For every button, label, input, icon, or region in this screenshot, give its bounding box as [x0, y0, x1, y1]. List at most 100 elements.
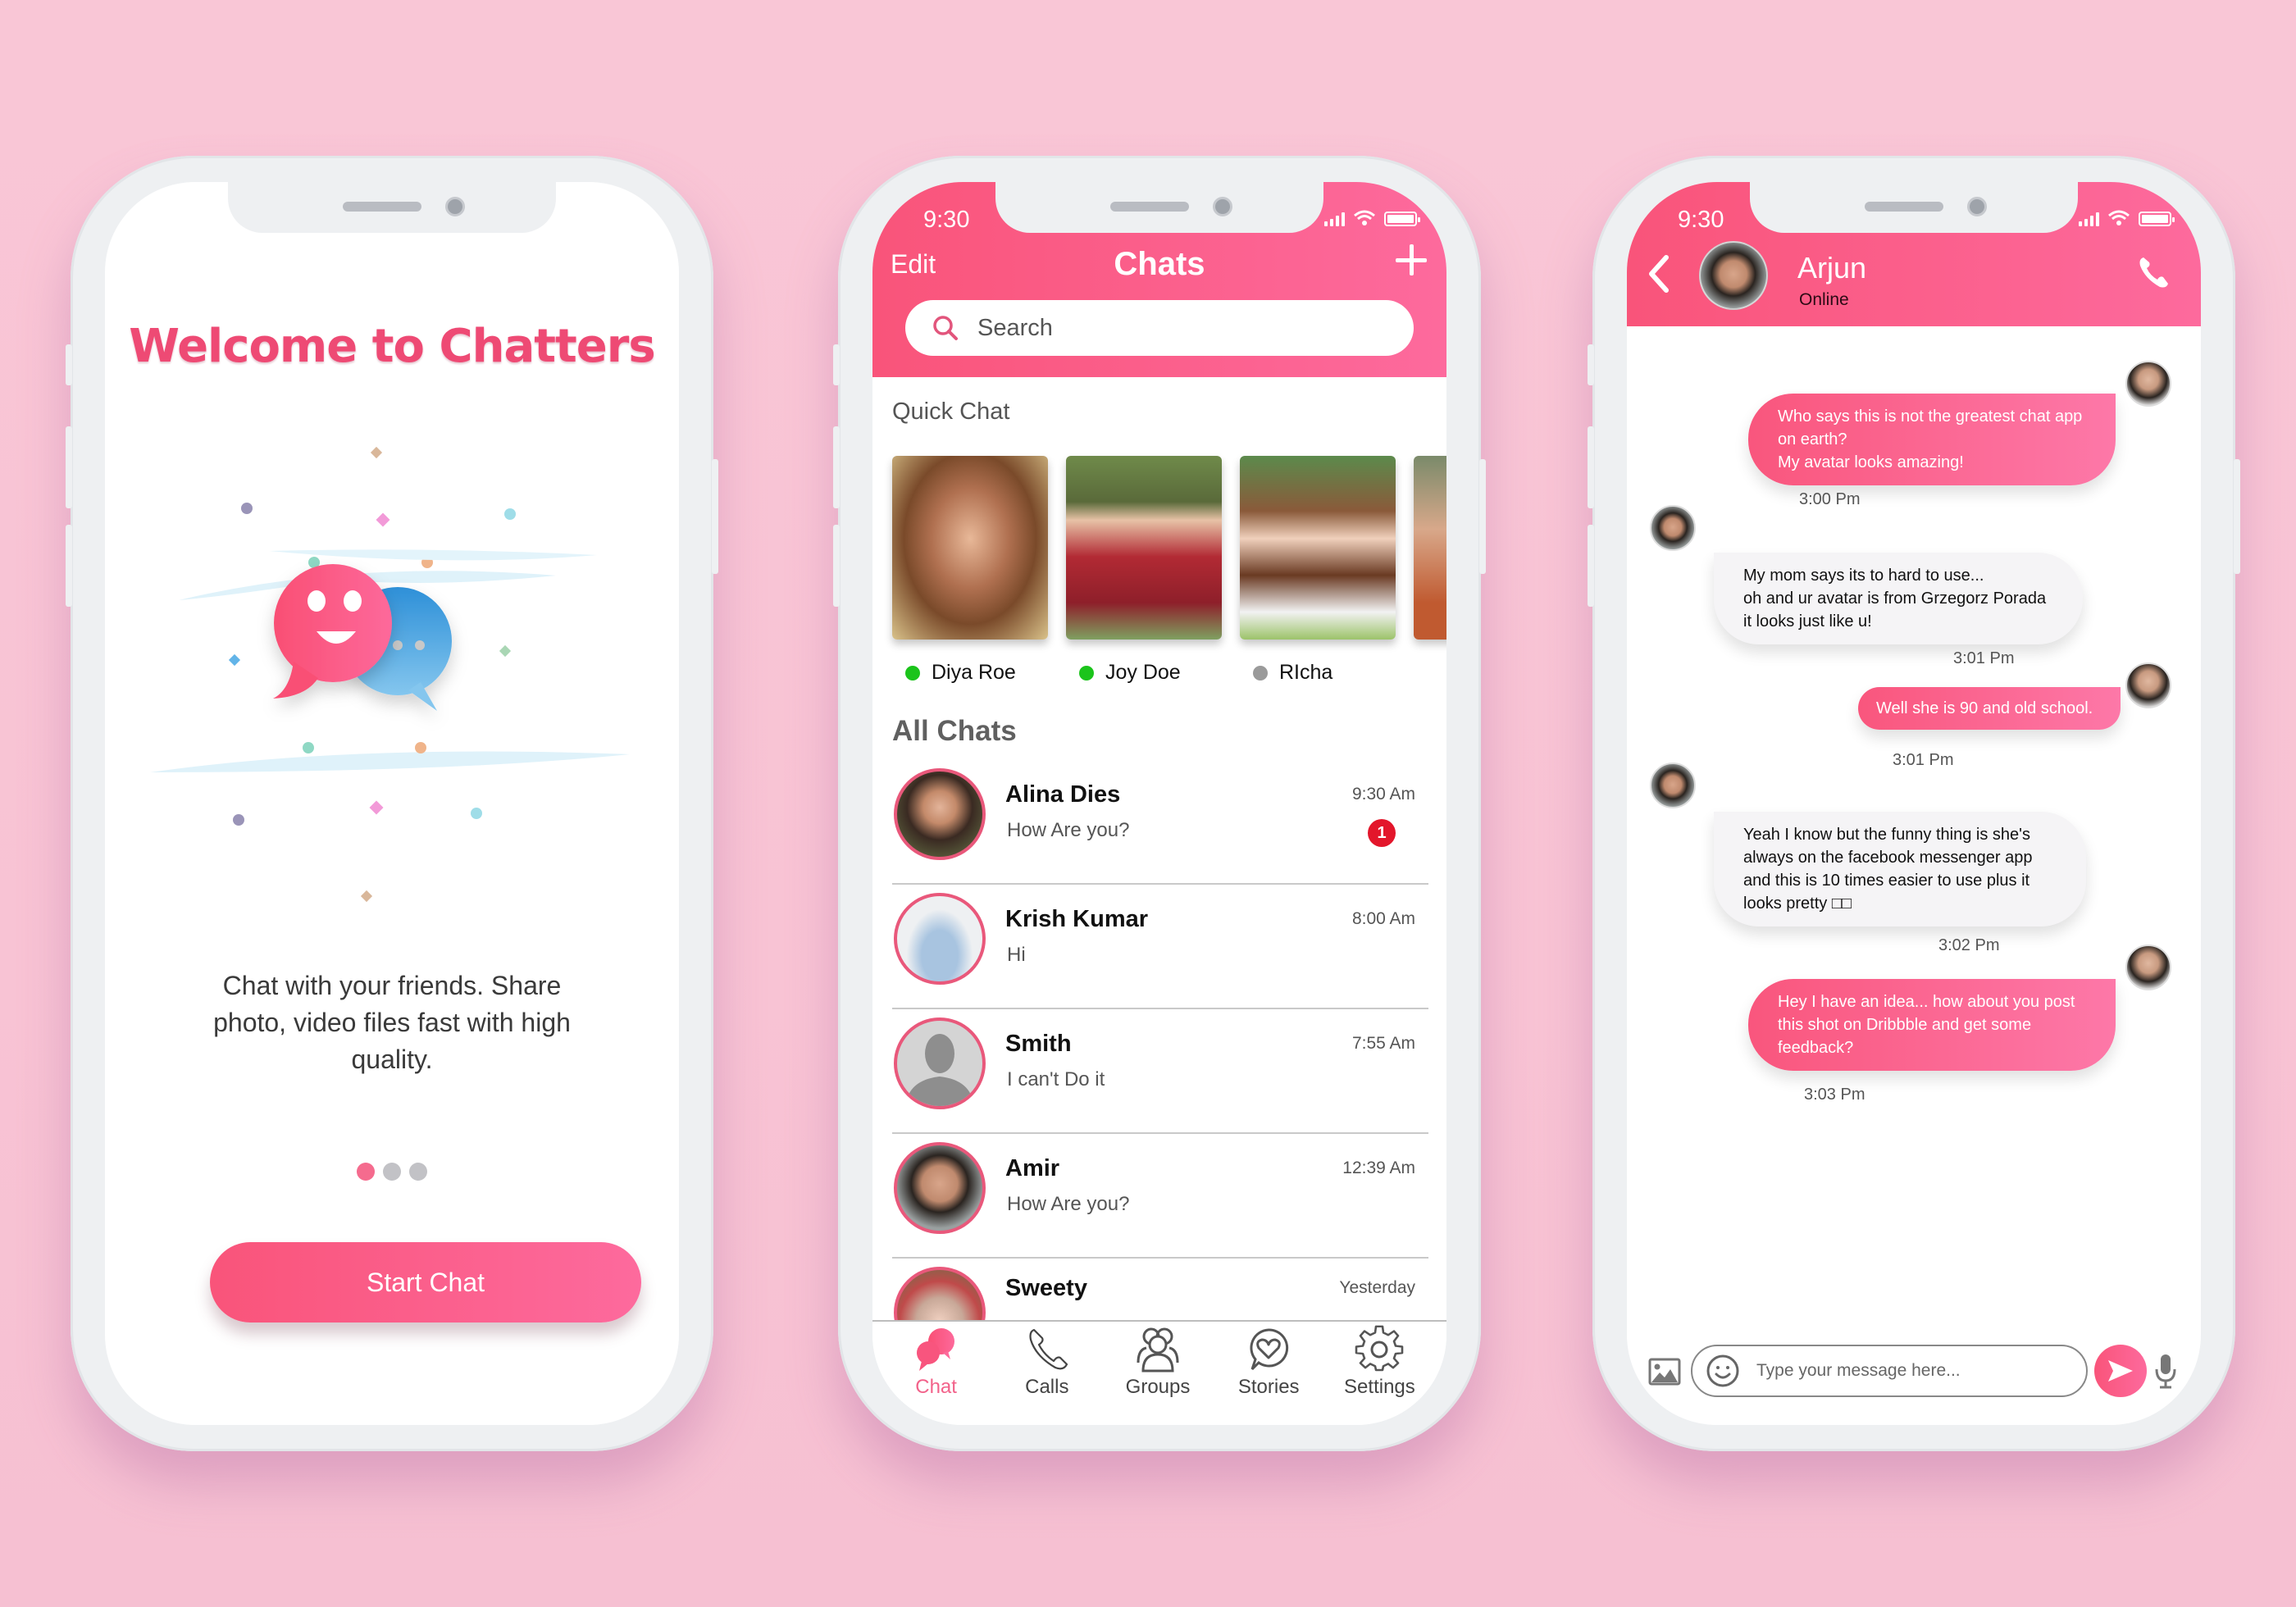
mute-switch — [1588, 344, 1594, 385]
back-chevron-icon[interactable] — [1647, 254, 1671, 294]
chat-last-message: Hi — [1007, 944, 1026, 966]
chat-row[interactable]: Krish Kumar Hi 8:00 Am — [892, 885, 1428, 1009]
chat-name: Krish Kumar — [1005, 906, 1149, 932]
unread-badge: 1 — [1368, 819, 1396, 847]
tab-chat[interactable]: Chat — [881, 1322, 991, 1425]
contact-name-row: Joy Doe — [1066, 661, 1181, 685]
message-line: and this is 10 times easier to use plus … — [1743, 872, 2030, 890]
chat-last-message: I can't Do it — [1007, 1068, 1105, 1090]
quick-chat-contact[interactable]: RIcha — [1240, 456, 1396, 685]
conversation-screen: 9:30 Arjun Online Who says this is not t… — [1627, 182, 2201, 1425]
chat-row[interactable]: Smith I can't Do it 7:55 Am — [892, 1009, 1428, 1134]
phone-icon — [1029, 1328, 1068, 1370]
speaker — [1865, 202, 1943, 212]
contact-avatar[interactable] — [1699, 241, 1768, 310]
welcome-screen: Welcome to Chatters Chat with your frien… — [105, 182, 679, 1425]
contact-name-row: RIcha — [1240, 661, 1332, 685]
message-bubble-incoming: My mom says its to hard to use... oh and… — [1714, 553, 2083, 644]
contact-mini-avatar — [1650, 505, 1696, 551]
search-placeholder: Search — [977, 314, 1053, 341]
contact-photo — [1066, 456, 1222, 640]
phone-welcome: Welcome to Chatters Chat with your frien… — [66, 156, 718, 1451]
tab-label: Groups — [1125, 1376, 1191, 1398]
power-button — [2234, 459, 2240, 574]
contact-mini-avatar — [1650, 763, 1696, 808]
microphone-icon[interactable] — [2155, 1353, 2176, 1389]
gear-icon — [1355, 1325, 1404, 1372]
page-dot-active[interactable] — [357, 1163, 375, 1181]
message-time: 3:02 Pm — [1938, 936, 2000, 954]
confetti — [370, 446, 383, 459]
page-dot[interactable] — [409, 1163, 427, 1181]
plus-icon[interactable] — [1391, 239, 1432, 280]
chat-time: 7:55 Am — [1351, 1034, 1415, 1053]
send-button[interactable] — [2094, 1345, 2147, 1397]
contact-photo — [1414, 456, 1446, 640]
message-thread: Who says this is not the greatest chat a… — [1627, 326, 2201, 1327]
confetti — [228, 653, 241, 667]
group-icon — [1137, 1327, 1179, 1373]
battery-icon — [1384, 212, 1420, 226]
contact-photo — [892, 456, 1048, 640]
message-line: feedback? — [1778, 1039, 1854, 1057]
volume-up-button — [833, 426, 840, 508]
chat-name: Sweety — [1005, 1275, 1087, 1301]
volume-up-button — [66, 426, 72, 508]
message-line: on earth? — [1778, 430, 1847, 448]
chat-list: Alina Dies How Are you? 9:30 Am 1 Krish … — [892, 760, 1428, 1383]
contact-status: Online — [1799, 290, 1849, 309]
message-line: oh and ur avatar is from Grzegorz Porada — [1743, 590, 2047, 608]
chat-time: Yesterday — [1339, 1278, 1415, 1297]
page-title: Chats — [1114, 246, 1205, 282]
quick-chat-contact[interactable]: Diya Roe — [892, 456, 1048, 685]
emoji-icon[interactable] — [1706, 1354, 1740, 1388]
message-time: 3:03 Pm — [1804, 1086, 1866, 1104]
send-icon — [2108, 1360, 2133, 1382]
message-line: it looks just like u! — [1743, 612, 1872, 631]
chat-name: Alina Dies — [1005, 781, 1121, 808]
status-icons — [2079, 210, 2175, 226]
tab-settings[interactable]: Settings — [1324, 1322, 1435, 1425]
chat-row[interactable]: Amir How Are you? 12:39 Am — [892, 1134, 1428, 1259]
confetti — [360, 890, 373, 903]
image-attach-icon[interactable] — [1648, 1358, 1681, 1386]
wifi-icon — [2108, 210, 2130, 225]
chat-name: Amir — [1005, 1155, 1060, 1181]
confetti — [303, 742, 314, 753]
phone-call-icon[interactable] — [2135, 254, 2171, 290]
quick-chat-label: Quick Chat — [892, 398, 1010, 425]
battery-icon — [2139, 212, 2175, 226]
tab-stories[interactable]: Stories — [1214, 1322, 1324, 1425]
message-composer: Type your message here... — [1627, 1310, 2201, 1425]
message-time: 3:00 Pm — [1799, 490, 1861, 508]
online-status-dot — [1079, 665, 1094, 681]
tab-label: Chat — [915, 1376, 957, 1398]
offline-status-dot — [1253, 665, 1268, 681]
tab-calls[interactable]: Calls — [991, 1322, 1102, 1425]
confetti — [233, 814, 244, 826]
avatar — [894, 893, 986, 985]
quick-chat-contact[interactable]: Joy Doe — [1066, 456, 1222, 685]
chat-list-screen: 9:30 Edit Chats Search Quick Chat Diya R… — [872, 182, 1446, 1425]
confetti — [504, 508, 516, 520]
chat-row[interactable]: Alina Dies How Are you? 9:30 Am 1 — [892, 760, 1428, 885]
contact-photo — [1240, 456, 1396, 640]
heart-bubble-icon — [1250, 1328, 1289, 1371]
start-chat-button[interactable]: Start Chat — [210, 1242, 641, 1322]
search-input[interactable]: Search — [905, 300, 1414, 356]
online-status-dot — [905, 665, 920, 681]
my-avatar — [2125, 945, 2171, 990]
tab-groups[interactable]: Groups — [1102, 1322, 1213, 1425]
contact-name: Joy Doe — [1105, 661, 1181, 684]
signal-icon — [1324, 212, 1345, 226]
confetti — [369, 800, 384, 815]
mute-switch — [66, 344, 72, 385]
status-icons — [1324, 210, 1420, 226]
quick-chat-contact[interactable] — [1414, 456, 1446, 685]
message-input[interactable]: Type your message here... — [1691, 1345, 2088, 1397]
my-avatar — [2125, 361, 2171, 407]
message-line: Yeah I know but the funny thing is she's — [1743, 826, 2030, 844]
confetti — [241, 503, 253, 514]
page-dot[interactable] — [383, 1163, 401, 1181]
contact-name: RIcha — [1279, 661, 1333, 684]
